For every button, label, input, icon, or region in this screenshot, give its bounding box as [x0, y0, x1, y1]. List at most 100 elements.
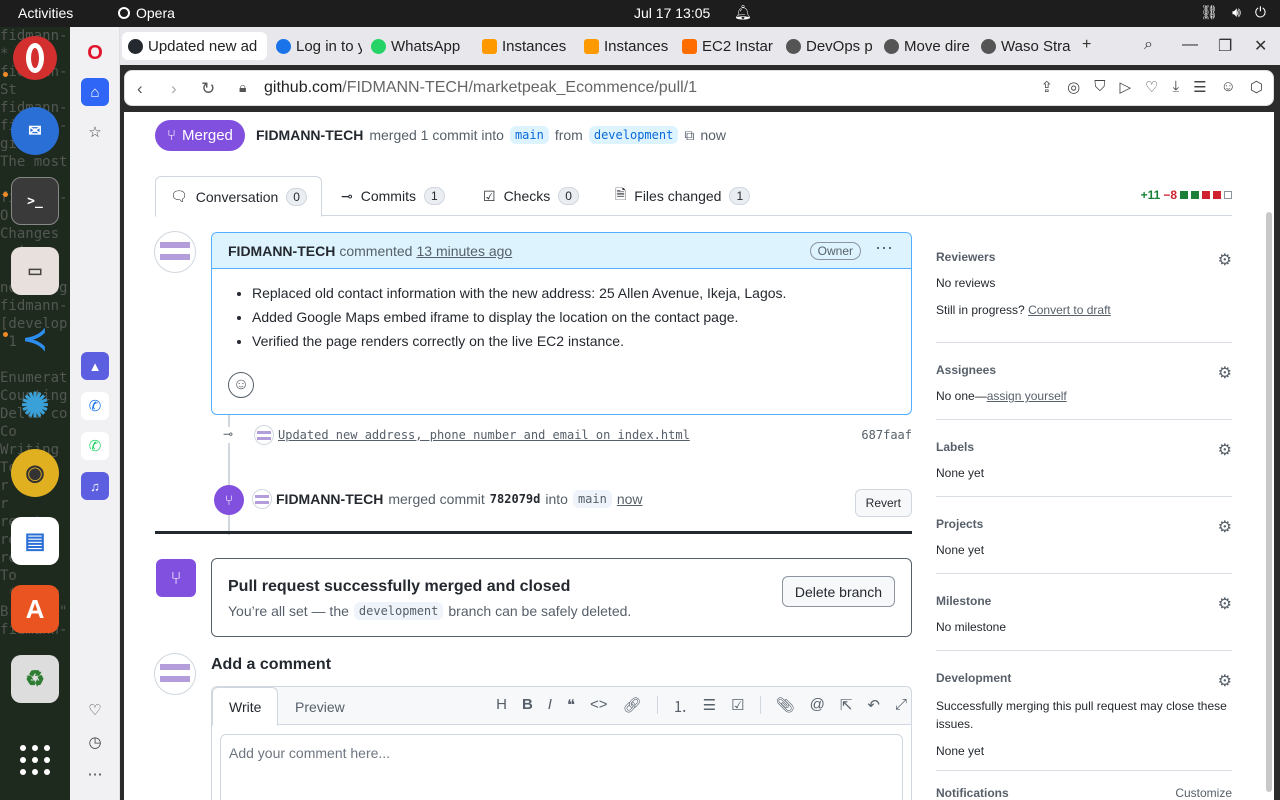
tab-move[interactable]: Move dire: [878, 32, 972, 60]
fullscreen-icon[interactable]: ⤢: [895, 696, 907, 717]
ordered-list-icon[interactable]: ⒈: [673, 696, 688, 717]
attach-icon[interactable]: 📎︎: [776, 696, 795, 717]
play-icon[interactable]: ▷: [1119, 78, 1131, 96]
scrollbar[interactable]: [1266, 212, 1272, 792]
close-icon[interactable]: ✕: [1254, 36, 1267, 56]
copy-icon[interactable]: ⧉: [684, 127, 694, 144]
new-tab-icon[interactable]: +: [1082, 36, 1091, 54]
assign-yourself-link[interactable]: assign yourself: [987, 389, 1067, 403]
lock-icon[interactable]: 🔒︎: [239, 79, 246, 96]
code-icon[interactable]: <>: [590, 696, 608, 717]
easy-setup-icon[interactable]: ☰: [1193, 78, 1206, 96]
mention-icon[interactable]: @: [810, 696, 825, 717]
gear-icon[interactable]: ⚙: [1218, 671, 1232, 691]
share-icon[interactable]: ⇪: [1041, 78, 1054, 96]
pr-author[interactable]: FIDMANN-TECH: [256, 127, 363, 143]
history-icon[interactable]: ◷: [81, 728, 109, 756]
avatar[interactable]: [252, 489, 272, 509]
search-tabs-icon[interactable]: ⌕: [1144, 36, 1153, 54]
tab-whatsapp[interactable]: WhatsApp: [365, 32, 463, 60]
heading-icon[interactable]: H: [496, 696, 507, 717]
cross-reference-icon[interactable]: ⇱: [840, 696, 853, 717]
kebab-menu-icon[interactable]: ⋯: [875, 238, 893, 259]
thunderbird-icon[interactable]: ✉: [11, 107, 59, 155]
heart-icon[interactable]: ♡: [81, 696, 109, 724]
forward-icon[interactable]: ›: [171, 79, 177, 99]
shotwell-icon[interactable]: ✺: [11, 382, 59, 430]
customize-link[interactable]: Customize: [1175, 786, 1232, 800]
writer-icon[interactable]: ▤: [11, 517, 59, 565]
add-reaction-icon[interactable]: ☺: [228, 372, 254, 398]
show-apps-icon[interactable]: [20, 745, 50, 775]
tab-conversation[interactable]: 🗨︎ Conversation 0: [155, 176, 322, 217]
link-icon[interactable]: 🔗︎: [623, 696, 642, 717]
bold-icon[interactable]: B: [522, 696, 533, 717]
comment-time[interactable]: 13 minutes ago: [416, 243, 512, 259]
whatsapp-icon[interactable]: ✆: [81, 432, 109, 460]
tab-waso[interactable]: Waso Stra: [975, 32, 1071, 60]
system-tray[interactable]: ⛓ 🔊︎ ⏻: [1200, 4, 1266, 21]
messenger-icon[interactable]: ✆: [81, 392, 109, 420]
tab-login[interactable]: Log in to y: [270, 32, 362, 60]
task-list-icon[interactable]: ☑: [731, 696, 744, 717]
gear-icon[interactable]: ⚙: [1218, 517, 1232, 537]
maximize-icon[interactable]: ❐: [1218, 36, 1232, 56]
app-menu[interactable]: Opera: [118, 5, 175, 21]
bookmarks-icon[interactable]: ☆: [81, 118, 109, 146]
tab-commits[interactable]: ⊸ Commits 1: [327, 176, 459, 216]
tab-devops[interactable]: DevOps p: [780, 32, 876, 60]
gear-icon[interactable]: ⚙: [1218, 594, 1232, 614]
shield-icon[interactable]: ⛉: [1094, 78, 1105, 96]
vscode-icon[interactable]: ≺: [11, 315, 59, 363]
italic-icon[interactable]: I: [548, 696, 552, 717]
heart-icon[interactable]: ♡: [1145, 78, 1158, 96]
write-tab[interactable]: Write: [212, 687, 279, 726]
avatar[interactable]: [254, 425, 274, 445]
merge-branch[interactable]: main: [572, 490, 612, 508]
tab-files-changed[interactable]: 🗎︎ Files changed 1: [601, 176, 764, 216]
opera-dock-icon[interactable]: [13, 36, 57, 80]
url-field[interactable]: github.com/FIDMANN-TECH/marketpeak_Ecomm…: [264, 79, 697, 97]
gear-icon[interactable]: ⚙: [1218, 363, 1232, 383]
gear-icon[interactable]: ⚙: [1218, 440, 1232, 460]
camera-icon[interactable]: ◎: [1067, 78, 1080, 96]
minimize-icon[interactable]: —: [1182, 36, 1198, 54]
back-icon[interactable]: ‹: [137, 79, 143, 99]
merge-author[interactable]: FIDMANN-TECH: [276, 491, 383, 507]
rhythmbox-icon[interactable]: ◉: [11, 449, 59, 497]
head-branch[interactable]: development: [588, 126, 679, 144]
gear-icon[interactable]: ⚙: [1218, 250, 1232, 270]
terminal-icon[interactable]: >_: [11, 177, 59, 225]
reply-icon[interactable]: ↶: [867, 696, 880, 717]
head-branch[interactable]: development: [353, 602, 444, 620]
commit-sha[interactable]: 687faaf: [861, 428, 912, 442]
merge-time[interactable]: now: [617, 491, 643, 507]
home-icon[interactable]: ⌂: [81, 78, 109, 106]
preview-tab[interactable]: Preview: [279, 687, 361, 726]
commit-message[interactable]: Updated new address, phone number and em…: [278, 428, 690, 442]
aria-icon[interactable]: ▲: [81, 352, 109, 380]
avatar[interactable]: [154, 231, 196, 273]
opera-logo-icon[interactable]: O: [81, 39, 109, 67]
clock[interactable]: Jul 17 13:05: [634, 5, 710, 21]
revert-button[interactable]: Revert: [854, 489, 912, 517]
tab-checks[interactable]: ☑ Checks 0: [469, 176, 593, 216]
tab-pr[interactable]: Updated new ad: [122, 32, 267, 60]
tab-instances-2[interactable]: Instances: [578, 32, 674, 60]
music-player-icon[interactable]: ♫: [81, 472, 109, 500]
delete-branch-button[interactable]: Delete branch: [781, 576, 895, 607]
trash-icon[interactable]: ♻: [11, 655, 59, 703]
base-branch[interactable]: main: [509, 126, 549, 144]
profile-icon[interactable]: ☺: [1221, 78, 1236, 96]
tab-instances-1[interactable]: Instances: [476, 32, 576, 60]
tab-ec2[interactable]: EC2 Instar: [676, 32, 776, 60]
reload-icon[interactable]: ↻: [201, 79, 215, 99]
more-icon[interactable]: ⋯: [81, 760, 109, 788]
download-icon[interactable]: ⤓: [1172, 78, 1179, 96]
merge-sha[interactable]: 782079d: [490, 492, 541, 506]
app-center-icon[interactable]: A: [11, 585, 59, 633]
files-icon[interactable]: ▭: [11, 247, 59, 295]
activities-button[interactable]: Activities: [18, 5, 73, 21]
comment-textarea[interactable]: Add your comment here...: [220, 734, 903, 800]
convert-to-draft-link[interactable]: Convert to draft: [1028, 303, 1111, 317]
